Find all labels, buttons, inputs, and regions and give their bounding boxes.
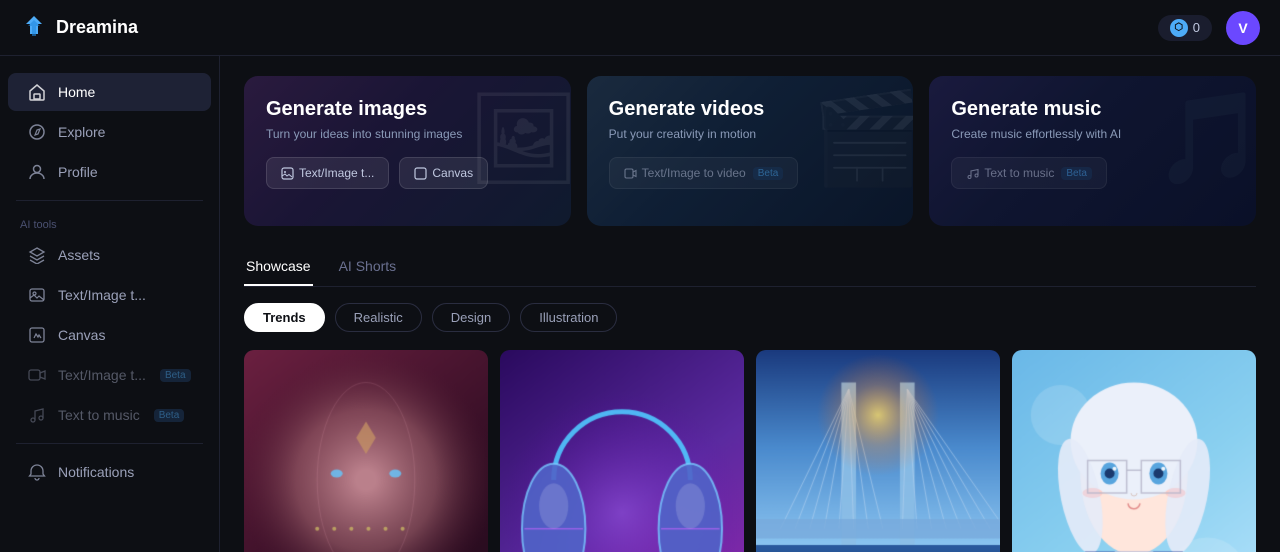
canvas-icon [28,326,46,344]
layers-icon [28,246,46,264]
sidebar-item-textimage-video[interactable]: Text/Image t... Beta [8,356,211,394]
gen-music-beta-badge: Beta [1061,167,1092,180]
body-wrap: Home Explore Profile AI tools Assets [0,56,1280,552]
tab-ai-shorts[interactable]: AI Shorts [337,250,399,286]
tab-showcase[interactable]: Showcase [244,250,313,286]
image-canvas-1 [244,350,488,552]
beta-badge-music: Beta [154,409,185,422]
showcase-image-1[interactable] [244,350,488,552]
sidebar-item-canvas[interactable]: Canvas [8,316,211,354]
filter-pills: Trends Realistic Design Illustration [244,303,1256,332]
sidebar-textimage-label: Text/Image t... [58,287,146,303]
gen-images-decoration: 🖼 [466,86,570,191]
image-canvas-4 [1012,350,1256,552]
showcase-image-3[interactable]: Alexlai 3 3 [756,350,1000,552]
showcase-image-4[interactable] [1012,350,1256,552]
coins-badge[interactable]: ⬡ 0 [1158,15,1212,41]
gen-images-btn1-label: Text/Image t... [299,166,374,180]
gen-videos-btn-label: Text/Image to video [642,166,746,180]
gen-music-btn-label: Text to music [984,166,1054,180]
pill-illustration[interactable]: Illustration [520,303,617,332]
sidebar-item-texttomusic[interactable]: Text to music Beta [8,396,211,434]
sidebar: Home Explore Profile AI tools Assets [0,56,220,552]
sidebar-profile-label: Profile [58,164,98,180]
sidebar-explore-label: Explore [58,124,105,140]
sidebar-divider-2 [16,443,203,444]
sidebar-item-textimage[interactable]: Text/Image t... [8,276,211,314]
sidebar-item-profile[interactable]: Profile [8,153,211,191]
top-navigation: Dreamina ⬡ 0 V [0,0,1280,56]
main-content: Generate images Turn your ideas into stu… [220,56,1280,552]
showcase-image-2[interactable] [500,350,744,552]
sidebar-item-assets[interactable]: Assets [8,236,211,274]
pill-design[interactable]: Design [432,303,510,332]
showcase-tabs: Showcase AI Shorts [244,250,1256,287]
coin-icon: ⬡ [1170,19,1188,37]
avatar[interactable]: V [1226,11,1260,45]
generate-cards-grid: Generate images Turn your ideas into stu… [244,76,1256,226]
pill-realistic[interactable]: Realistic [335,303,422,332]
coins-count: 0 [1193,20,1200,35]
home-icon [28,83,46,101]
sidebar-canvas-label: Canvas [58,327,105,343]
gen-images-textimage-button[interactable]: Text/Image t... [266,157,389,189]
beta-badge-video: Beta [160,369,191,382]
image-grid: Alexlai 3 3 [244,350,1256,552]
gen-music-button[interactable]: Text to music Beta [951,157,1107,189]
sidebar-texttomusic-label: Text to music [58,407,140,423]
sidebar-item-notifications[interactable]: Notifications [8,453,211,491]
video-icon [28,366,46,384]
music-icon [28,406,46,424]
sidebar-assets-label: Assets [58,247,100,263]
sidebar-textimagevideo-label: Text/Image t... [58,367,146,383]
generate-music-card: Generate music Create music effortlessly… [929,76,1256,226]
pill-trends[interactable]: Trends [244,303,325,332]
compass-icon [28,123,46,141]
logo-text: Dreamina [56,17,138,38]
bell-icon [28,463,46,481]
image-icon [28,286,46,304]
sidebar-divider [16,200,203,201]
sidebar-home-label: Home [58,84,95,100]
sidebar-notifications-label: Notifications [58,464,134,480]
image-canvas-3 [756,350,1000,552]
gen-videos-decoration: 🎬 [811,86,913,191]
generate-images-card: Generate images Turn your ideas into stu… [244,76,571,226]
logo[interactable]: Dreamina [20,14,138,42]
gen-videos-button[interactable]: Text/Image to video Beta [609,157,799,189]
gen-music-decoration: 🎵 [1154,86,1256,191]
sidebar-section-tools: AI tools [0,209,219,235]
image-canvas-2 [500,350,744,552]
gen-videos-beta-badge: Beta [753,167,784,180]
topnav-right: ⬡ 0 V [1158,11,1260,45]
user-icon [28,163,46,181]
sidebar-item-explore[interactable]: Explore [8,113,211,151]
sidebar-item-home[interactable]: Home [8,73,211,111]
generate-videos-card: Generate videos Put your creativity in m… [587,76,914,226]
